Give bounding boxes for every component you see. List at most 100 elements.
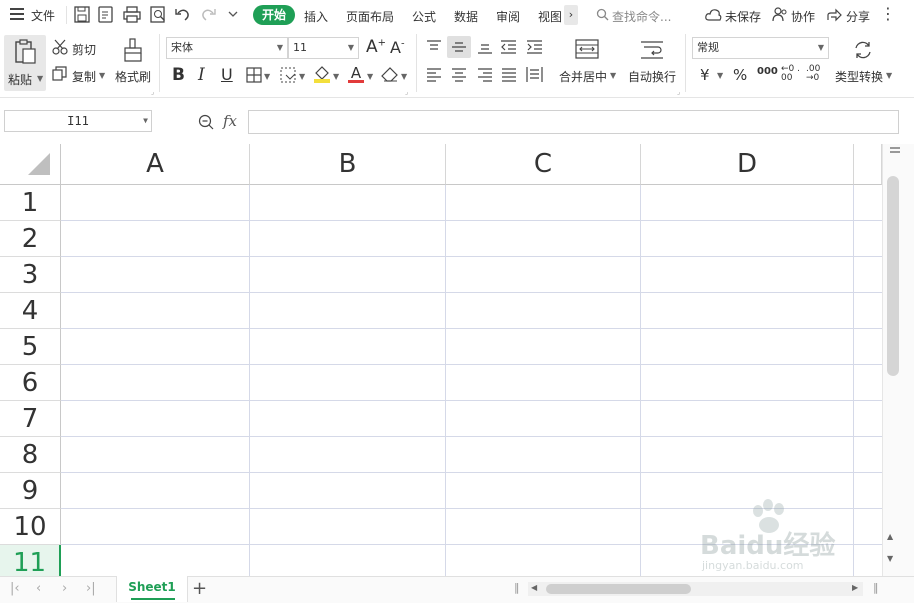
align-center-icon[interactable] <box>451 68 467 82</box>
font-name-select[interactable]: 宋体 ▼ <box>166 37 288 59</box>
chevron-down-icon[interactable]: ▼ <box>886 71 892 80</box>
print-preview-icon[interactable] <box>150 6 167 23</box>
tab-page-layout[interactable]: 页面布局 <box>346 8 394 25</box>
align-top-icon[interactable] <box>426 40 442 54</box>
next-sheet-icon[interactable]: › <box>62 581 67 596</box>
row-header-10[interactable]: 10 <box>0 509 61 545</box>
formula-input[interactable] <box>248 110 899 134</box>
row-header-11[interactable]: 11 <box>0 545 61 576</box>
chevron-down-icon[interactable]: ▼ <box>99 71 105 80</box>
scroll-right-icon[interactable]: ▶ <box>852 583 858 592</box>
row-header-3[interactable]: 3 <box>0 257 61 293</box>
hamburger-icon[interactable] <box>10 8 24 20</box>
percent-button[interactable]: % <box>733 66 747 84</box>
vertical-scrollbar[interactable]: ▲ ▼ <box>882 144 914 576</box>
convert-type-button[interactable]: 类型转换 <box>835 68 883 85</box>
bold-button[interactable]: B <box>172 65 185 85</box>
column-header-d[interactable]: D <box>641 144 854 185</box>
print-icon[interactable] <box>123 6 141 23</box>
row-header-2[interactable]: 2 <box>0 221 61 257</box>
borders-icon[interactable] <box>246 67 262 83</box>
splitter-handle[interactable]: ‖ <box>514 581 520 594</box>
chevron-down-icon[interactable]: ▼ <box>299 72 305 81</box>
merge-center-button[interactable]: 合并居中 <box>559 68 607 85</box>
decrease-decimal-button[interactable]: .00 →0 <box>806 65 826 83</box>
tab-view[interactable]: 视图 <box>538 8 562 25</box>
wrap-text-button[interactable]: 自动换行 <box>628 68 676 85</box>
align-left-icon[interactable] <box>426 68 442 82</box>
select-all-corner[interactable] <box>0 144 61 185</box>
currency-button[interactable]: ¥ <box>700 66 710 84</box>
increase-indent-icon[interactable] <box>526 40 543 54</box>
italic-button[interactable]: I <box>198 65 205 85</box>
last-sheet-icon[interactable]: ›| <box>86 581 96 596</box>
fx-icon[interactable]: fx <box>223 112 237 130</box>
column-header-c[interactable]: C <box>446 144 641 185</box>
first-sheet-icon[interactable]: |‹ <box>10 581 20 596</box>
chevron-down-icon[interactable]: ▼ <box>717 71 723 80</box>
scroll-down-icon[interactable]: ▼ <box>887 554 893 563</box>
export-pdf-icon[interactable] <box>98 6 114 23</box>
cut-button[interactable]: 剪切 <box>72 41 96 58</box>
distributed-icon[interactable] <box>526 66 543 83</box>
chevron-down-icon[interactable]: ▼ <box>367 72 373 81</box>
paste-button[interactable]: 粘贴 ▼ <box>4 35 46 91</box>
scrollbar-thumb[interactable] <box>887 176 899 376</box>
tab-review[interactable]: 审阅 <box>496 8 520 25</box>
row-header-1[interactable]: 1 <box>0 185 61 221</box>
copy-button[interactable]: 复制 <box>72 68 96 85</box>
align-bottom-icon[interactable] <box>477 40 493 54</box>
tab-formulas[interactable]: 公式 <box>412 8 436 25</box>
collaborate-button[interactable]: 协作 <box>791 8 815 25</box>
prev-sheet-icon[interactable]: ‹ <box>36 581 41 596</box>
row-header-9[interactable]: 9 <box>0 473 61 509</box>
chevron-down-icon[interactable]: ▼ <box>401 72 407 81</box>
save-icon[interactable] <box>74 6 90 23</box>
sheet-tab-sheet1[interactable]: Sheet1 <box>116 576 188 602</box>
justify-icon[interactable] <box>501 68 517 82</box>
horizontal-scrollbar[interactable]: ◀ ▶ <box>528 582 863 596</box>
scroll-up-icon[interactable]: ▲ <box>887 532 893 541</box>
chevron-down-icon[interactable] <box>228 11 238 18</box>
add-sheet-button[interactable]: + <box>192 578 207 599</box>
row-header-7[interactable]: 7 <box>0 401 61 437</box>
row-header-6[interactable]: 6 <box>0 365 61 401</box>
chevron-down-icon[interactable]: ▼ <box>610 71 616 80</box>
scroll-left-icon[interactable]: ◀ <box>531 583 537 592</box>
chevron-right-icon[interactable]: › <box>564 5 578 25</box>
column-header-b[interactable]: B <box>250 144 446 185</box>
align-middle-button[interactable] <box>447 36 471 58</box>
chevron-down-icon[interactable]: ▼ <box>333 72 339 81</box>
thousands-button[interactable]: 000 <box>757 66 778 77</box>
underline-button[interactable]: U <box>221 65 233 84</box>
number-format-select[interactable]: 常规 ▼ <box>692 37 829 59</box>
tab-insert[interactable]: 插入 <box>304 8 328 25</box>
fill-pattern-icon[interactable] <box>280 67 297 83</box>
share-button[interactable]: 分享 <box>846 8 870 25</box>
font-size-select[interactable]: 11 ▼ <box>288 37 359 59</box>
align-right-icon[interactable] <box>477 68 493 82</box>
eraser-icon[interactable] <box>381 67 399 82</box>
shrink-font-icon[interactable]: A- <box>390 38 405 57</box>
more-icon[interactable]: ⋮ <box>880 4 896 23</box>
format-painter-button[interactable]: 格式刷 <box>115 68 151 85</box>
splitter-handle[interactable]: ‖ <box>873 581 879 594</box>
file-menu[interactable]: 文件 <box>31 7 55 24</box>
column-header-a[interactable]: A <box>61 144 250 185</box>
column-header-e[interactable] <box>854 144 882 185</box>
unsaved-status[interactable]: 未保存 <box>725 8 761 25</box>
zoom-icon[interactable] <box>198 114 214 130</box>
scrollbar-thumb[interactable] <box>546 584 691 594</box>
tab-data[interactable]: 数据 <box>454 8 478 25</box>
grow-font-icon[interactable]: A+ <box>366 37 386 57</box>
command-search-input[interactable]: 查找命令... <box>612 8 671 25</box>
font-color-button[interactable]: A <box>348 63 364 83</box>
tab-home[interactable]: 开始 <box>253 5 295 25</box>
row-header-5[interactable]: 5 <box>0 329 61 365</box>
row-header-8[interactable]: 8 <box>0 437 61 473</box>
row-header-4[interactable]: 4 <box>0 293 61 329</box>
undo-icon[interactable] <box>174 6 191 23</box>
redo-icon[interactable] <box>200 6 217 23</box>
increase-decimal-button[interactable]: ←0 .00 <box>781 65 801 83</box>
fill-color-icon[interactable] <box>313 65 331 83</box>
